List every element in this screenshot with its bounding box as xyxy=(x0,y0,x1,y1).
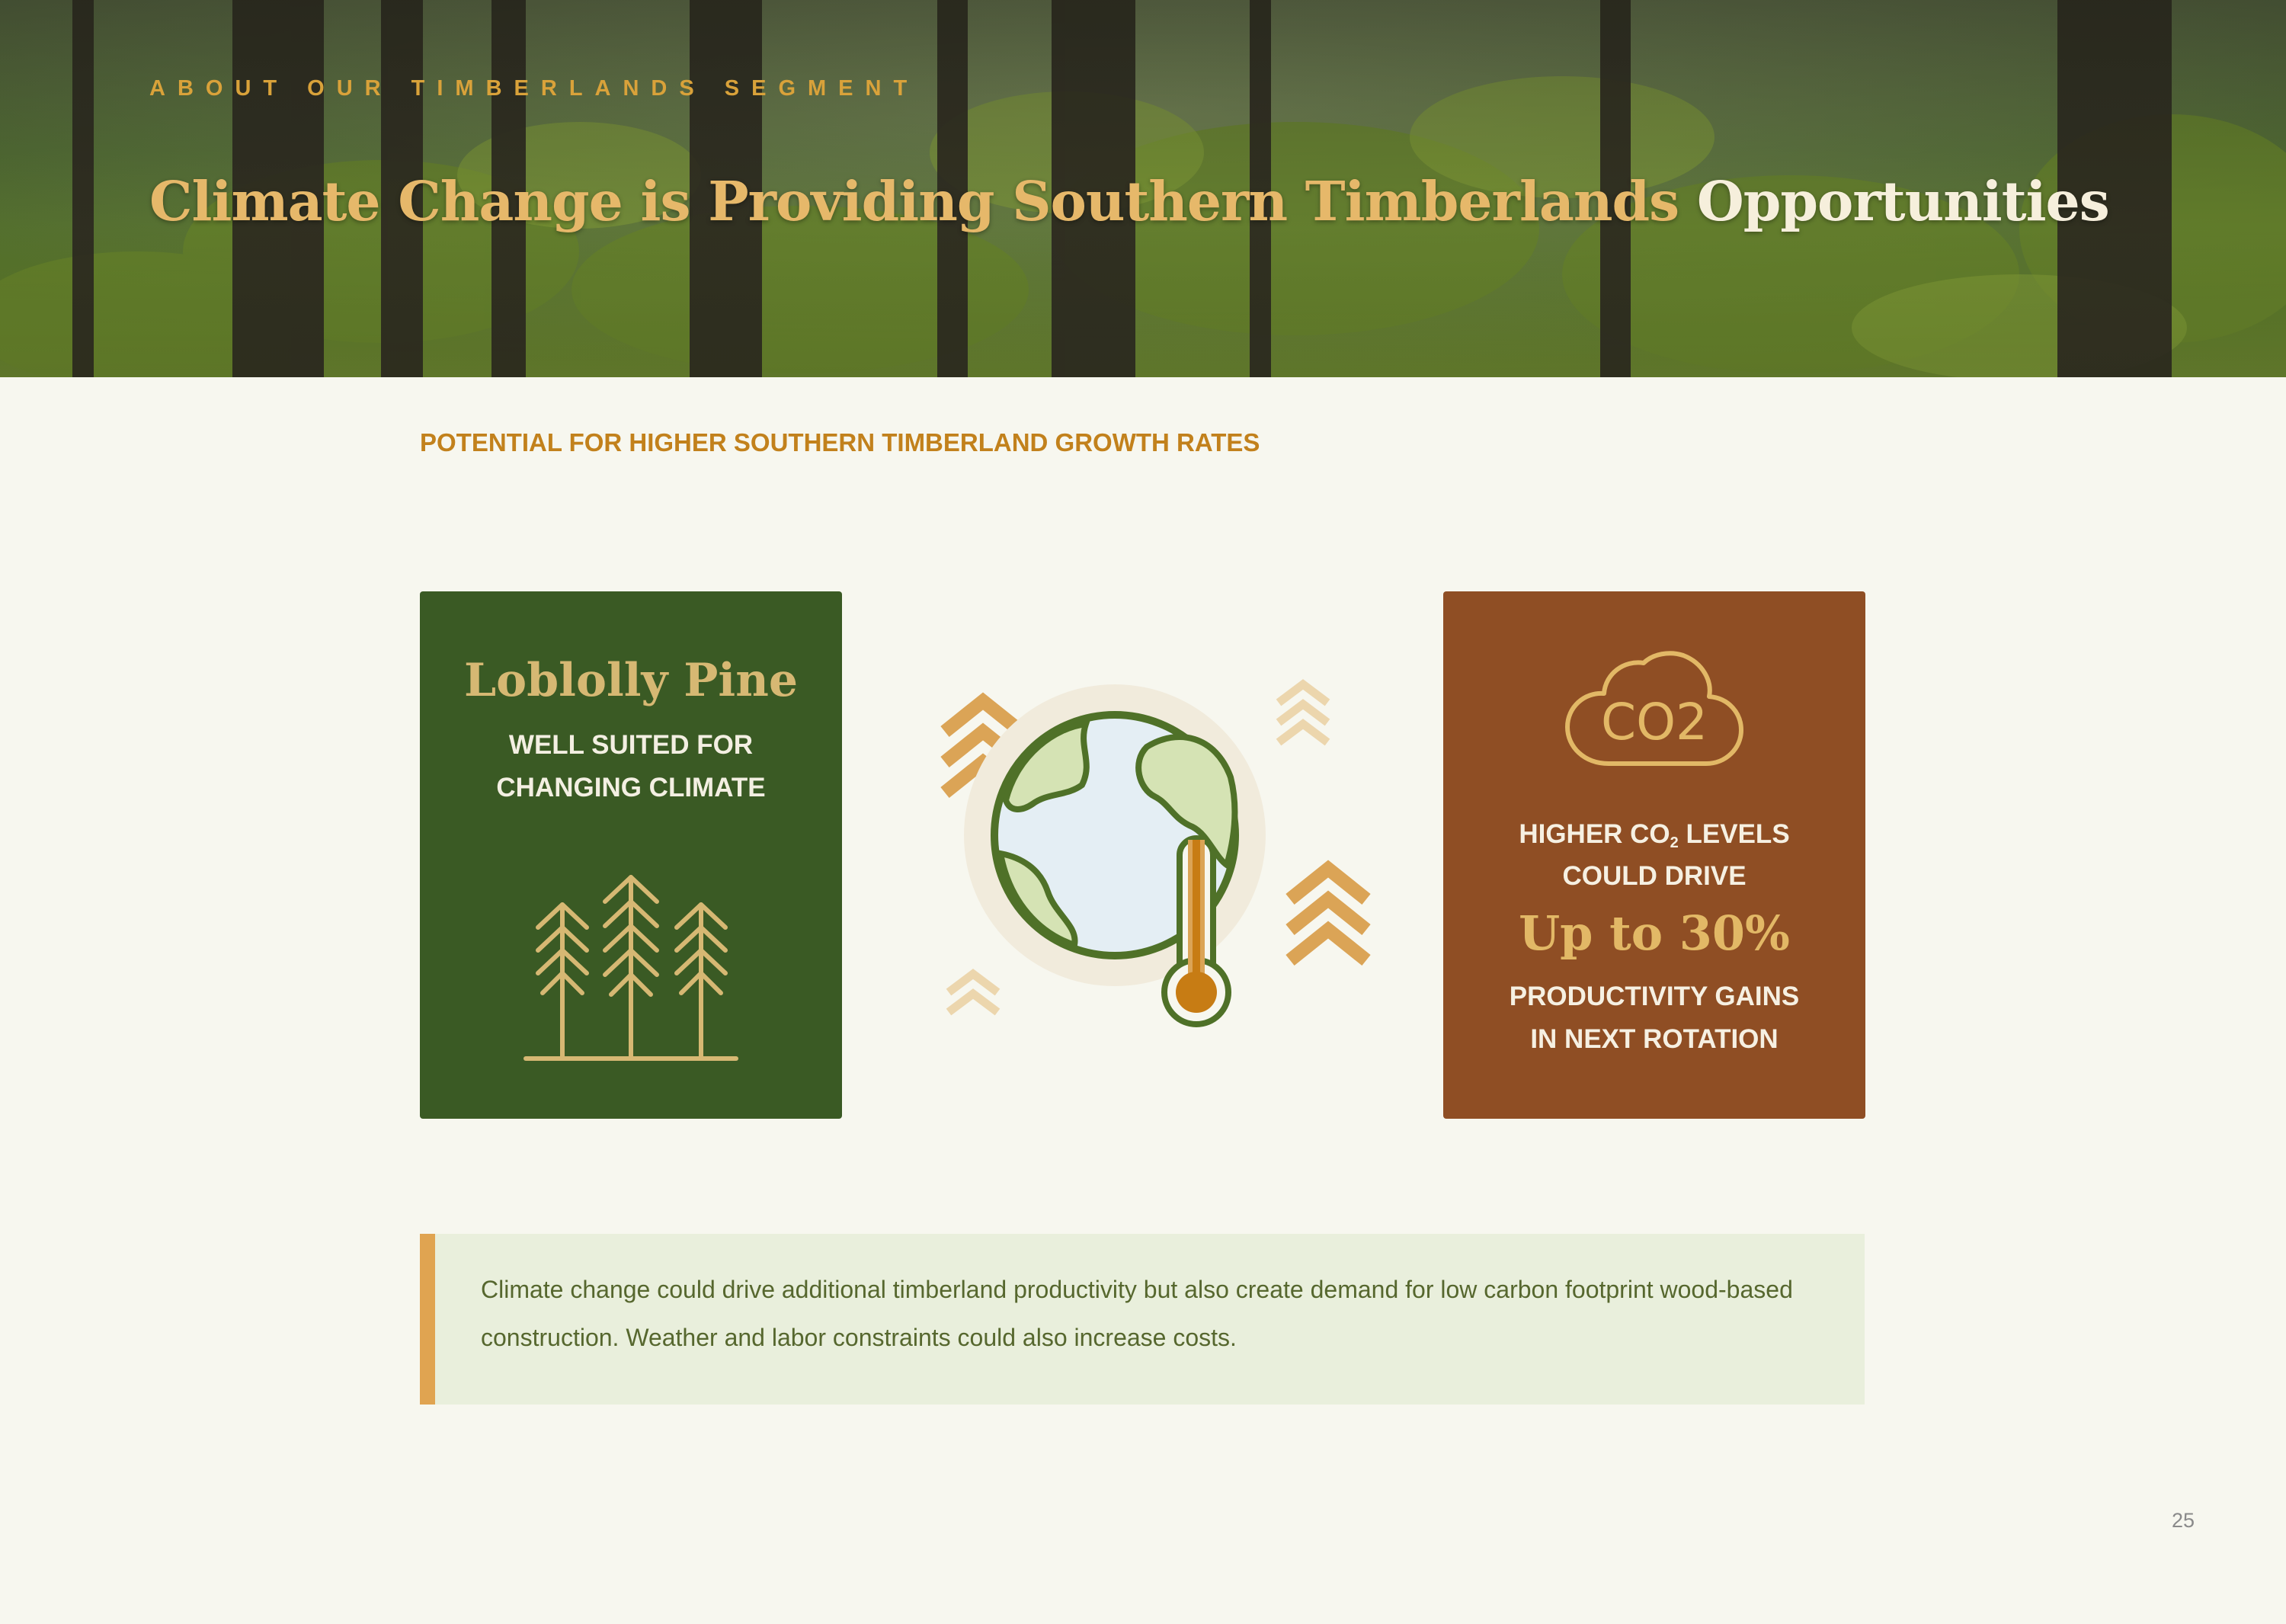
page-number: 25 xyxy=(2171,1509,2195,1532)
co2-card-line4: PRODUCTIVITY GAINS xyxy=(1509,982,1800,1011)
title-main: Climate Change is Providing Southern Tim… xyxy=(149,169,1679,233)
pine-card-title: Loblolly Pine xyxy=(463,654,799,707)
pine-card-subtitle: WELL SUITED FOR CHANGING CLIMATE xyxy=(420,724,842,809)
co2-line1-prefix: HIGHER CO xyxy=(1519,819,1670,849)
eyebrow-label: ABOUT OUR TIMBERLANDS SEGMENT xyxy=(149,76,920,101)
pine-card-line2: CHANGING CLIMATE xyxy=(496,773,766,802)
co2-card-line5: IN NEXT ROTATION xyxy=(1530,1024,1779,1054)
co2-card-line1: HIGHER CO2 LEVELS xyxy=(1443,819,1865,852)
co2-card-highlight: Up to 30% xyxy=(1519,905,1790,961)
callout-box: Climate change could drive additional ti… xyxy=(420,1234,1865,1405)
page-title: Climate Change is Providing Southern Tim… xyxy=(149,169,2110,233)
co2-line1-suffix: LEVELS xyxy=(1678,819,1790,849)
co2-line1-subscript: 2 xyxy=(1670,834,1679,851)
co2-cloud-label: CO2 xyxy=(1601,693,1708,751)
pine-trees-icon xyxy=(523,875,738,1061)
co2-card-line2: COULD DRIVE xyxy=(1562,861,1747,891)
section-heading: POTENTIAL FOR HIGHER SOUTHERN TIMBERLAND… xyxy=(420,428,1260,456)
title-highlight: Opportunities xyxy=(1696,169,2110,233)
globe-thermometer-icon xyxy=(940,679,1371,1027)
pine-card-line1: WELL SUITED FOR xyxy=(508,730,754,760)
callout-accent-bar xyxy=(420,1234,435,1405)
callout-text: Climate change could drive additional ti… xyxy=(481,1276,1793,1351)
co2-cloud-icon: CO2 xyxy=(1565,651,1743,766)
